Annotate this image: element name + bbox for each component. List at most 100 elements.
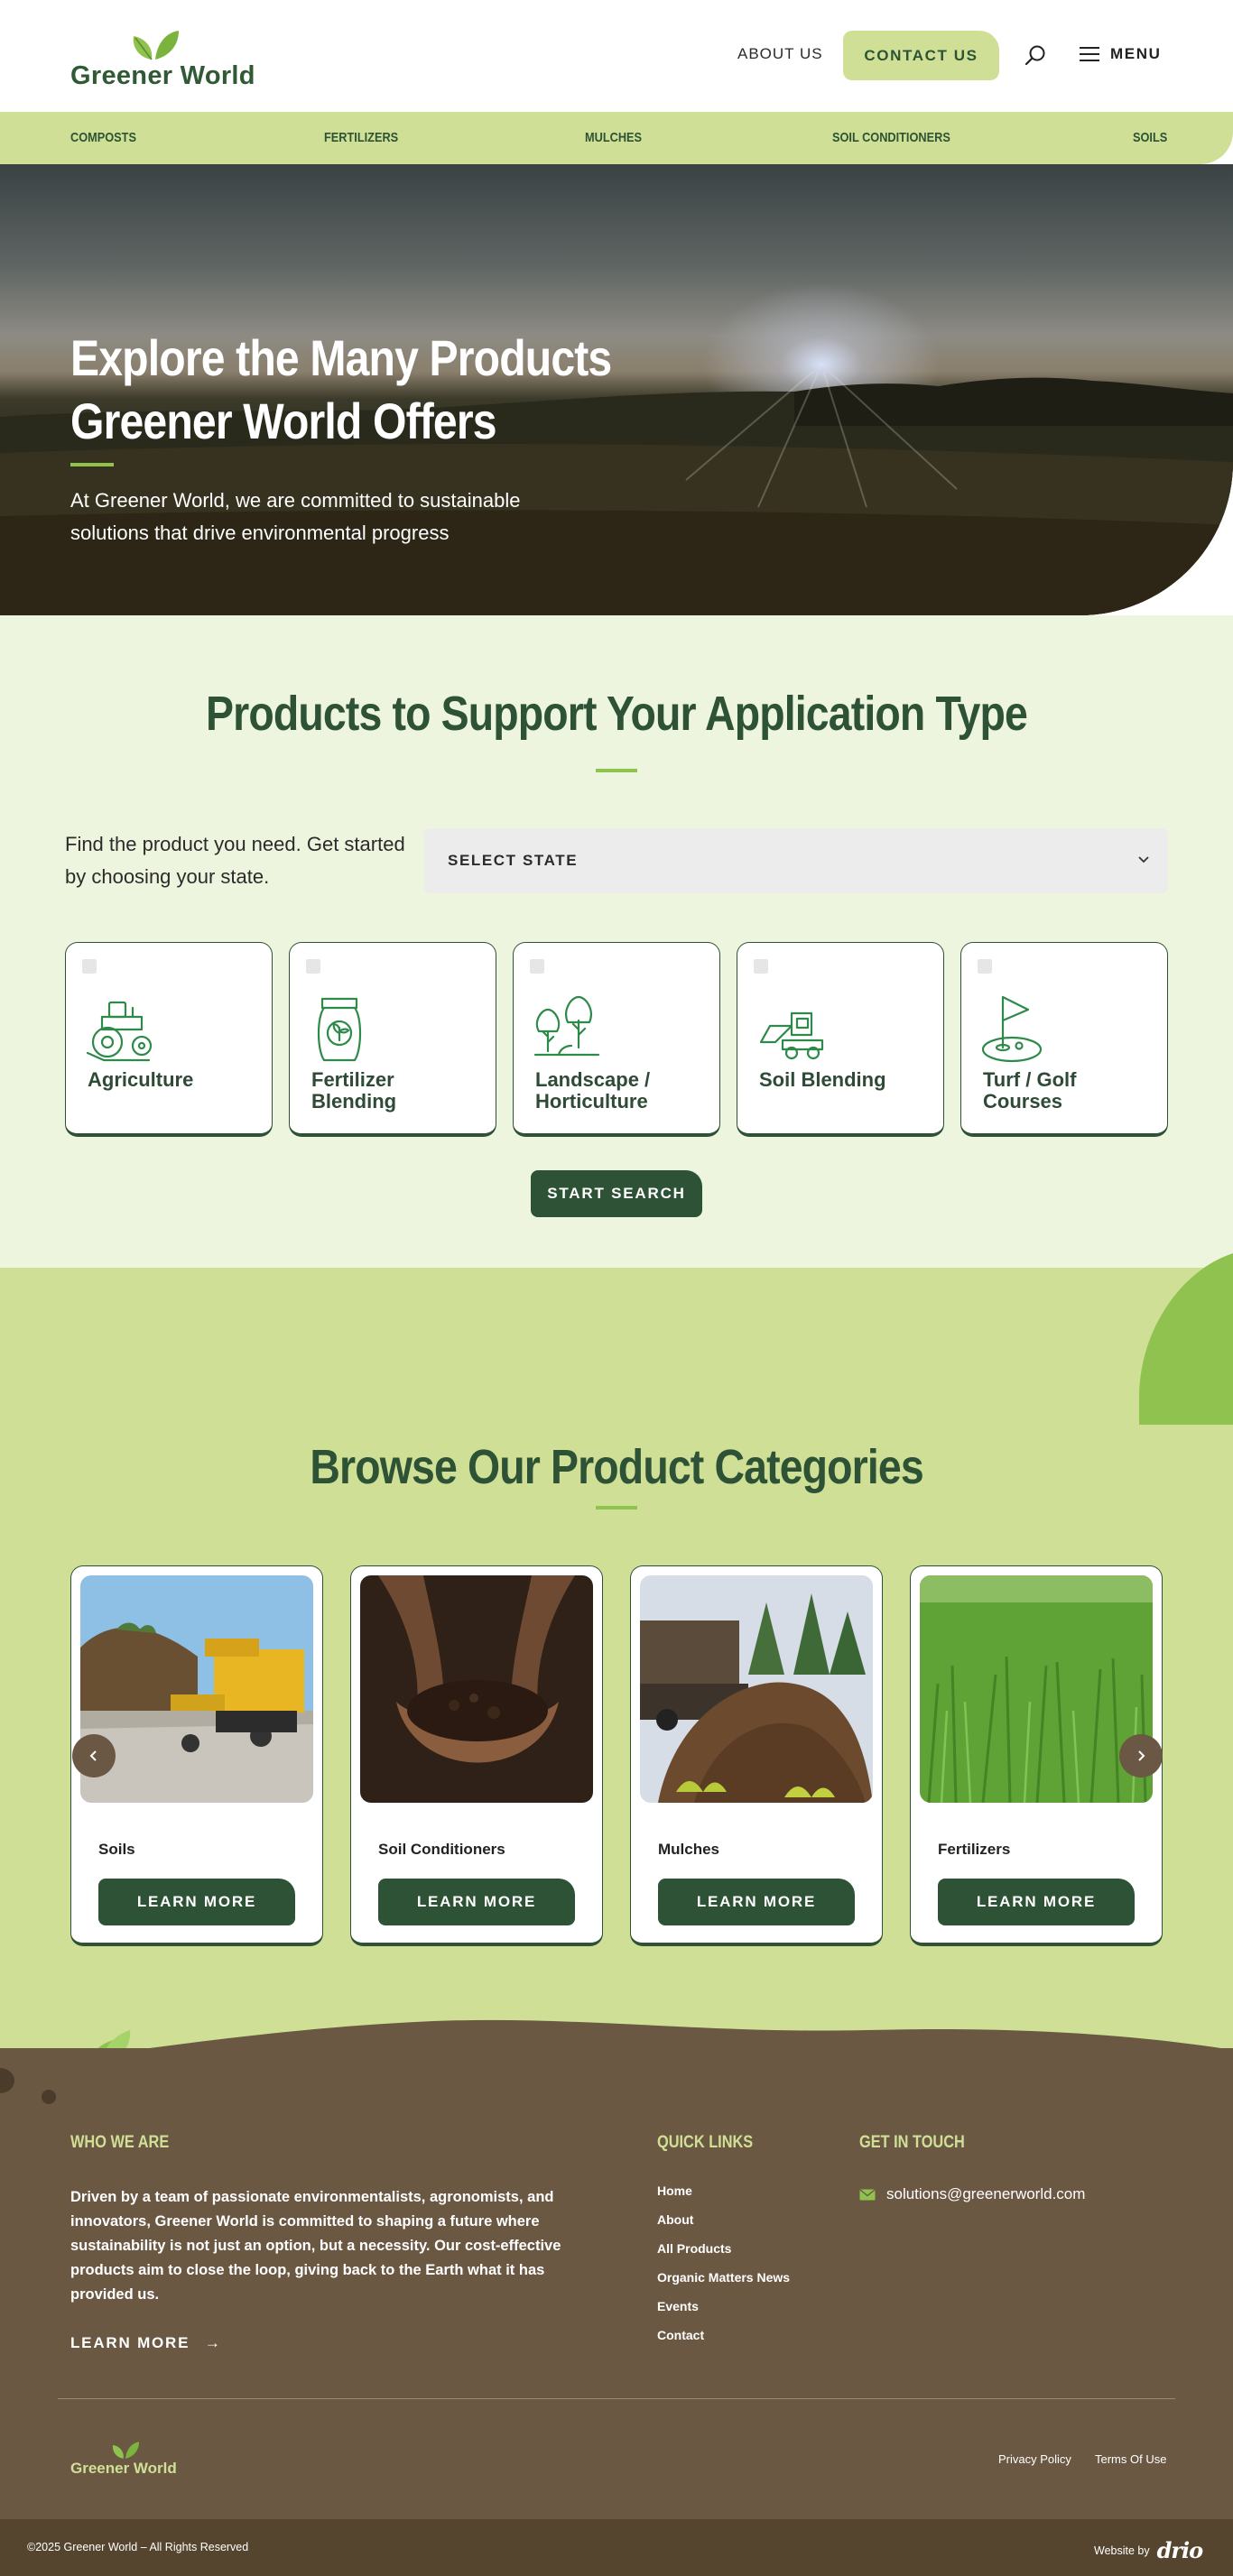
footer-stone-decoration bbox=[42, 2090, 56, 2104]
decorative-leaf-icon bbox=[1139, 1253, 1233, 1425]
soil-conditioners-title: Soil Conditioners bbox=[378, 1841, 505, 1858]
chevron-right-icon bbox=[1138, 1750, 1145, 1761]
carousel-prev-button[interactable] bbox=[72, 1734, 116, 1777]
footer-link-home[interactable]: Home bbox=[657, 2184, 790, 2212]
agency-logo: drio bbox=[1156, 2537, 1204, 2563]
catbar-soil-conditioners[interactable]: SOIL CONDITIONERS bbox=[832, 130, 950, 145]
privacy-policy-link[interactable]: Privacy Policy bbox=[998, 2452, 1071, 2466]
footer-learn-more-link[interactable]: LEARN MORE → bbox=[70, 2334, 222, 2352]
application-card-landscape-horticulture[interactable]: Landscape / Horticulture bbox=[513, 942, 720, 1137]
turf-golf-label: Turf / Golf Courses bbox=[983, 1068, 1077, 1113]
category-nav-bar: COMPOSTS FERTILIZERS MULCHES SOIL CONDIT… bbox=[0, 112, 1233, 164]
application-card-soil-blending[interactable]: Soil Blending bbox=[737, 942, 944, 1137]
footer-link-contact[interactable]: Contact bbox=[657, 2328, 790, 2357]
chevron-left-icon bbox=[89, 1750, 97, 1761]
category-card-mulches[interactable]: Mulches LEARN MORE bbox=[630, 1565, 883, 1946]
agriculture-label: Agriculture bbox=[88, 1068, 194, 1091]
arrow-right-icon: → bbox=[204, 2334, 222, 2351]
fertilizer-blending-label: Fertilizer Blending bbox=[311, 1068, 397, 1113]
contact-us-button[interactable]: CONTACT US bbox=[843, 31, 999, 80]
fertilizer-bag-icon bbox=[317, 997, 362, 1062]
footer-divider bbox=[58, 2398, 1175, 2399]
fertilizers-image bbox=[920, 1575, 1153, 1803]
leaf-logo-icon bbox=[133, 31, 179, 60]
carousel-next-button[interactable] bbox=[1119, 1734, 1163, 1777]
greener-world-logo[interactable]: Greener World bbox=[70, 27, 255, 90]
landscape-label: Landscape / Horticulture bbox=[535, 1068, 651, 1113]
search-icon[interactable] bbox=[1024, 43, 1049, 69]
soils-image bbox=[80, 1575, 313, 1803]
envelope-icon bbox=[859, 2188, 876, 2200]
footer-bottom-bar: ©2025 Greener World – All Rights Reserve… bbox=[0, 2519, 1233, 2576]
application-card-fertilizer-blending[interactable]: Fertilizer Blending bbox=[289, 942, 496, 1137]
get-in-touch-heading: GET IN TOUCH bbox=[859, 2133, 965, 2152]
fertilizers-title: Fertilizers bbox=[938, 1841, 1011, 1858]
hamburger-icon bbox=[1080, 47, 1099, 61]
chevron-down-icon bbox=[1138, 856, 1149, 863]
footer-link-events[interactable]: Events bbox=[657, 2299, 790, 2328]
website-by-credit[interactable]: Website by drio bbox=[1094, 2537, 1204, 2563]
fertilizer-blending-checkbox[interactable] bbox=[306, 959, 320, 974]
footer-leaf-logo-icon bbox=[112, 2442, 140, 2459]
soil-conditioners-learn-more-button[interactable]: LEARN MORE bbox=[378, 1879, 575, 1925]
soil-conditioners-image bbox=[360, 1575, 593, 1803]
footer-email-link[interactable]: solutions@greenerworld.com bbox=[859, 2185, 1085, 2203]
soil-blending-label: Soil Blending bbox=[759, 1068, 886, 1091]
website-by-label: Website by bbox=[1094, 2544, 1150, 2557]
footer-pebble-decoration bbox=[0, 2068, 14, 2093]
categories-section-title: Browse Our Product Categories bbox=[310, 1440, 923, 1494]
footer-logo[interactable]: Greener World bbox=[70, 2440, 197, 2479]
product-categories-section: Browse Our Product Categories Soils LEAR… bbox=[0, 1253, 1233, 2053]
hero-subtitle: At Greener World, we are committed to su… bbox=[70, 489, 521, 544]
footer-link-all-products[interactable]: All Products bbox=[657, 2241, 790, 2270]
hero-banner: Explore the Many Products Greener World … bbox=[0, 164, 1233, 615]
nav-about-us[interactable]: ABOUT US bbox=[737, 45, 823, 63]
turf-golf-checkbox[interactable] bbox=[978, 959, 992, 974]
catbar-fertilizers[interactable]: FERTILIZERS bbox=[324, 130, 398, 145]
menu-label: MENU bbox=[1110, 45, 1162, 62]
footer-link-about[interactable]: About bbox=[657, 2212, 790, 2241]
copyright-text: ©2025 Greener World – All Rights Reserve… bbox=[27, 2541, 249, 2553]
application-title-underline bbox=[596, 769, 637, 772]
mulches-title: Mulches bbox=[658, 1841, 720, 1858]
application-type-section: Products to Support Your Application Typ… bbox=[0, 615, 1233, 1301]
page: Greener World ABOUT US CONTACT US MENU C… bbox=[0, 0, 1233, 2576]
application-card-agriculture[interactable]: Agriculture bbox=[65, 942, 273, 1137]
mulches-image bbox=[640, 1575, 873, 1803]
trees-icon bbox=[533, 995, 600, 1057]
select-state-label: SELECT STATE bbox=[448, 852, 579, 869]
footer-learn-more-label: LEARN MORE bbox=[70, 2334, 190, 2351]
site-header: Greener World ABOUT US CONTACT US MENU bbox=[0, 0, 1233, 112]
hero-title: Explore the Many Products Greener World … bbox=[70, 329, 612, 449]
site-footer: WHO WE ARE Driven by a team of passionat… bbox=[0, 2048, 1233, 2576]
terms-of-use-link[interactable]: Terms Of Use bbox=[1095, 2452, 1166, 2466]
select-state-dropdown[interactable]: SELECT STATE bbox=[424, 828, 1168, 893]
catbar-soils[interactable]: SOILS bbox=[1133, 130, 1167, 145]
menu-button[interactable]: MENU bbox=[1080, 45, 1161, 63]
start-search-button[interactable]: START SEARCH bbox=[531, 1170, 702, 1217]
footer-email-text: solutions@greenerworld.com bbox=[886, 2185, 1086, 2202]
mulches-learn-more-button[interactable]: LEARN MORE bbox=[658, 1879, 855, 1925]
fertilizers-learn-more-button[interactable]: LEARN MORE bbox=[938, 1879, 1135, 1925]
hero-title-underline bbox=[70, 463, 114, 466]
find-product-text: Find the product you need. Get started b… bbox=[65, 833, 405, 888]
quick-links-heading: QUICK LINKS bbox=[657, 2133, 754, 2152]
quick-links-list: Home About All Products Organic Matters … bbox=[657, 2184, 790, 2357]
golf-flag-icon bbox=[981, 995, 1043, 1063]
logo-wordmark: Greener World bbox=[70, 61, 255, 90]
agriculture-checkbox[interactable] bbox=[82, 959, 97, 974]
categories-title-underline bbox=[596, 1506, 637, 1510]
application-section-title: Products to Support Your Application Typ… bbox=[206, 687, 1028, 741]
catbar-composts[interactable]: COMPOSTS bbox=[70, 130, 136, 145]
tractor-icon bbox=[86, 1001, 153, 1062]
footer-link-organic-matters-news[interactable]: Organic Matters News bbox=[657, 2270, 790, 2299]
category-card-soil-conditioners[interactable]: Soil Conditioners LEARN MORE bbox=[350, 1565, 603, 1946]
application-card-turf-golf[interactable]: Turf / Golf Courses bbox=[960, 942, 1168, 1137]
soils-title: Soils bbox=[98, 1841, 135, 1858]
catbar-mulches[interactable]: MULCHES bbox=[585, 130, 642, 145]
footer-logo-wordmark: Greener World bbox=[70, 2460, 177, 2477]
soil-blending-checkbox[interactable] bbox=[754, 959, 768, 974]
soils-learn-more-button[interactable]: LEARN MORE bbox=[98, 1879, 295, 1925]
who-we-are-text: Driven by a team of passionate environme… bbox=[70, 2189, 561, 2303]
landscape-checkbox[interactable] bbox=[530, 959, 544, 974]
